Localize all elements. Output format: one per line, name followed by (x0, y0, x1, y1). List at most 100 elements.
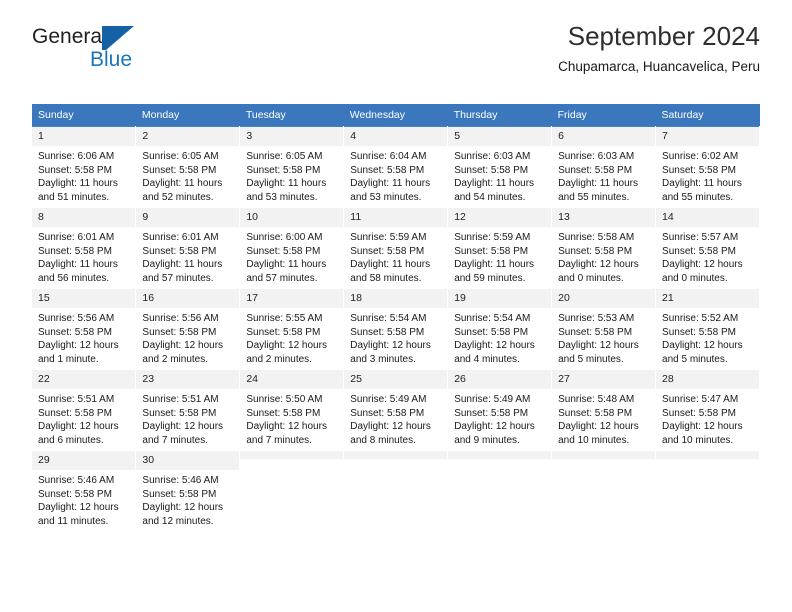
calendar-empty-cell (447, 450, 553, 532)
sunset-text: Sunset: 5:58 PM (246, 326, 321, 338)
calendar-week-row: 8 Sunrise: 6:01 AM Sunset: 5:58 PM Daylight… (32, 207, 760, 289)
daylight-text-line1: Daylight: 12 hours (246, 340, 327, 351)
weekday-header-wednesday: Wednesday (343, 104, 448, 127)
daylight-text-line2: and 5 minutes. (662, 353, 728, 365)
calendar-day-cell[interactable]: 29 Sunrise: 5:46 AM Sunset: 5:58 PM Dayligh… (32, 450, 137, 532)
calendar-day-cell[interactable]: 23 Sunrise: 5:51 AM Sunset: 5:58 PM Dayligh… (135, 369, 241, 451)
sunset-text: Sunset: 5:58 PM (38, 164, 112, 176)
calendar-day-cell[interactable]: 2 Sunrise: 6:05 AM Sunset: 5:58 PM Daylight… (135, 126, 241, 208)
brand-logo[interactable]: General Blue (32, 24, 232, 76)
day-details: Sunrise: 5:58 AM Sunset: 5:58 PM Daylight:… (552, 227, 655, 285)
calendar-body: 1 Sunrise: 6:06 AM Sunset: 5:58 PM Daylight… (32, 126, 760, 532)
daylight-text-line1: Daylight: 12 hours (350, 340, 431, 351)
daylight-text-line2: and 56 minutes. (38, 272, 110, 284)
sunset-text: Sunset: 5:58 PM (142, 488, 217, 500)
day-number (448, 451, 552, 459)
calendar-day-cell[interactable]: 6 Sunrise: 6:03 AM Sunset: 5:58 PM Daylight… (551, 126, 657, 208)
brand-logo-top-row: General (32, 24, 232, 50)
sunrise-text: Sunrise: 5:51 AM (142, 394, 219, 405)
daylight-text-line1: Daylight: 12 hours (454, 340, 535, 351)
day-details: Sunrise: 5:46 AM Sunset: 5:58 PM Daylight:… (32, 470, 135, 528)
sunset-text: Sunset: 5:58 PM (558, 326, 633, 338)
weekday-header-friday: Friday (551, 104, 656, 127)
sunset-text: Sunset: 5:58 PM (662, 326, 736, 338)
calendar-day-cell[interactable]: 9 Sunrise: 6:01 AM Sunset: 5:58 PM Daylight… (135, 207, 241, 289)
sunrise-text: Sunrise: 5:46 AM (142, 475, 219, 486)
daylight-text-line1: Daylight: 12 hours (558, 340, 639, 351)
daylight-text-line1: Daylight: 12 hours (38, 502, 119, 513)
daylight-text-line2: and 7 minutes. (142, 434, 209, 446)
calendar-day-cell[interactable]: 20 Sunrise: 5:53 AM Sunset: 5:58 PM Dayligh… (551, 288, 657, 370)
day-number: 18 (344, 289, 448, 308)
daylight-text-line1: Daylight: 11 hours (558, 178, 638, 189)
day-number: 25 (344, 370, 448, 389)
calendar-day-cell[interactable]: 17 Sunrise: 5:55 AM Sunset: 5:58 PM Dayligh… (239, 288, 345, 370)
calendar-day-cell[interactable]: 14 Sunrise: 5:57 AM Sunset: 5:58 PM Dayligh… (655, 207, 760, 289)
sunrise-text: Sunrise: 5:49 AM (454, 394, 531, 405)
daylight-text-line1: Daylight: 12 hours (142, 502, 224, 513)
sunset-text: Sunset: 5:58 PM (558, 407, 633, 419)
calendar-day-cell[interactable]: 22 Sunrise: 5:51 AM Sunset: 5:58 PM Dayligh… (32, 369, 137, 451)
daylight-text-line1: Daylight: 12 hours (662, 259, 743, 270)
day-number: 24 (240, 370, 344, 389)
daylight-text-line1: Daylight: 11 hours (38, 259, 118, 270)
calendar-day-cell[interactable]: 24 Sunrise: 5:50 AM Sunset: 5:58 PM Dayligh… (239, 369, 345, 451)
weekday-header-monday: Monday (135, 104, 240, 127)
day-details: Sunrise: 6:03 AM Sunset: 5:58 PM Daylight:… (448, 146, 551, 204)
daylight-text-line2: and 2 minutes. (246, 353, 312, 365)
calendar-day-cell[interactable]: 28 Sunrise: 5:47 AM Sunset: 5:58 PM Dayligh… (655, 369, 760, 451)
sunrise-text: Sunrise: 5:55 AM (246, 313, 323, 324)
calendar-day-cell[interactable]: 11 Sunrise: 5:59 AM Sunset: 5:58 PM Dayligh… (343, 207, 449, 289)
day-number: 20 (552, 289, 656, 308)
calendar-day-cell[interactable]: 7 Sunrise: 6:02 AM Sunset: 5:58 PM Daylight… (655, 126, 760, 208)
sunset-text: Sunset: 5:58 PM (38, 326, 112, 338)
weekday-header-saturday: Saturday (655, 104, 760, 127)
sunrise-text: Sunrise: 5:52 AM (662, 313, 739, 324)
page-subtitle: Chupamarca, Huancavelica, Peru (558, 59, 760, 74)
daylight-text-line2: and 0 minutes. (662, 272, 728, 284)
daylight-text-line1: Daylight: 12 hours (662, 340, 743, 351)
sunrise-text: Sunrise: 5:56 AM (142, 313, 219, 324)
daylight-text-line2: and 53 minutes. (246, 191, 318, 203)
calendar-day-cell[interactable]: 21 Sunrise: 5:52 AM Sunset: 5:58 PM Dayligh… (655, 288, 760, 370)
day-details: Sunrise: 5:52 AM Sunset: 5:58 PM Daylight:… (656, 308, 759, 366)
sunset-text: Sunset: 5:58 PM (142, 164, 217, 176)
sunrise-text: Sunrise: 6:06 AM (38, 151, 115, 162)
calendar-day-cell[interactable]: 16 Sunrise: 5:56 AM Sunset: 5:58 PM Dayligh… (135, 288, 241, 370)
calendar-day-cell[interactable]: 3 Sunrise: 6:05 AM Sunset: 5:58 PM Daylight… (239, 126, 345, 208)
day-details: Sunrise: 6:06 AM Sunset: 5:58 PM Daylight:… (32, 146, 135, 204)
day-details: Sunrise: 5:54 AM Sunset: 5:58 PM Daylight:… (344, 308, 447, 366)
sunrise-text: Sunrise: 6:04 AM (350, 151, 427, 162)
daylight-text-line2: and 55 minutes. (662, 191, 734, 203)
sunset-text: Sunset: 5:58 PM (350, 407, 425, 419)
sunrise-text: Sunrise: 5:47 AM (662, 394, 739, 405)
calendar-day-cell[interactable]: 19 Sunrise: 5:54 AM Sunset: 5:58 PM Dayligh… (447, 288, 553, 370)
calendar-day-cell[interactable]: 5 Sunrise: 6:03 AM Sunset: 5:58 PM Daylight… (447, 126, 553, 208)
sunrise-text: Sunrise: 5:48 AM (558, 394, 635, 405)
calendar-day-cell[interactable]: 30 Sunrise: 5:46 AM Sunset: 5:58 PM Dayligh… (135, 450, 241, 532)
calendar-day-cell[interactable]: 18 Sunrise: 5:54 AM Sunset: 5:58 PM Dayligh… (343, 288, 449, 370)
daylight-text-line1: Daylight: 12 hours (142, 421, 224, 432)
calendar-day-cell[interactable]: 12 Sunrise: 5:59 AM Sunset: 5:58 PM Dayligh… (447, 207, 553, 289)
calendar-day-cell[interactable]: 13 Sunrise: 5:58 AM Sunset: 5:58 PM Dayligh… (551, 207, 657, 289)
calendar-week-row: 22 Sunrise: 5:51 AM Sunset: 5:58 PM Dayligh… (32, 369, 760, 451)
sunset-text: Sunset: 5:58 PM (454, 245, 529, 257)
calendar-day-cell[interactable]: 26 Sunrise: 5:49 AM Sunset: 5:58 PM Dayligh… (447, 369, 553, 451)
calendar-day-cell[interactable]: 10 Sunrise: 6:00 AM Sunset: 5:58 PM Dayligh… (239, 207, 345, 289)
calendar-day-cell[interactable]: 4 Sunrise: 6:04 AM Sunset: 5:58 PM Daylight… (343, 126, 449, 208)
day-details: Sunrise: 5:53 AM Sunset: 5:58 PM Daylight:… (552, 308, 655, 366)
day-number (656, 451, 759, 459)
calendar-empty-cell (343, 450, 449, 532)
day-number: 19 (448, 289, 552, 308)
calendar-day-cell[interactable]: 1 Sunrise: 6:06 AM Sunset: 5:58 PM Daylight… (32, 126, 137, 208)
day-number: 11 (344, 208, 448, 227)
sunset-text: Sunset: 5:58 PM (662, 407, 736, 419)
day-number: 23 (136, 370, 240, 389)
calendar-day-cell[interactable]: 25 Sunrise: 5:49 AM Sunset: 5:58 PM Dayligh… (343, 369, 449, 451)
calendar-day-cell[interactable]: 27 Sunrise: 5:48 AM Sunset: 5:58 PM Dayligh… (551, 369, 657, 451)
day-details: Sunrise: 5:54 AM Sunset: 5:58 PM Daylight:… (448, 308, 551, 366)
calendar-day-cell[interactable]: 8 Sunrise: 6:01 AM Sunset: 5:58 PM Daylight… (32, 207, 137, 289)
daylight-text-line1: Daylight: 12 hours (38, 421, 119, 432)
calendar-day-cell[interactable]: 15 Sunrise: 5:56 AM Sunset: 5:58 PM Dayligh… (32, 288, 137, 370)
day-details: Sunrise: 5:50 AM Sunset: 5:58 PM Daylight:… (240, 389, 343, 447)
